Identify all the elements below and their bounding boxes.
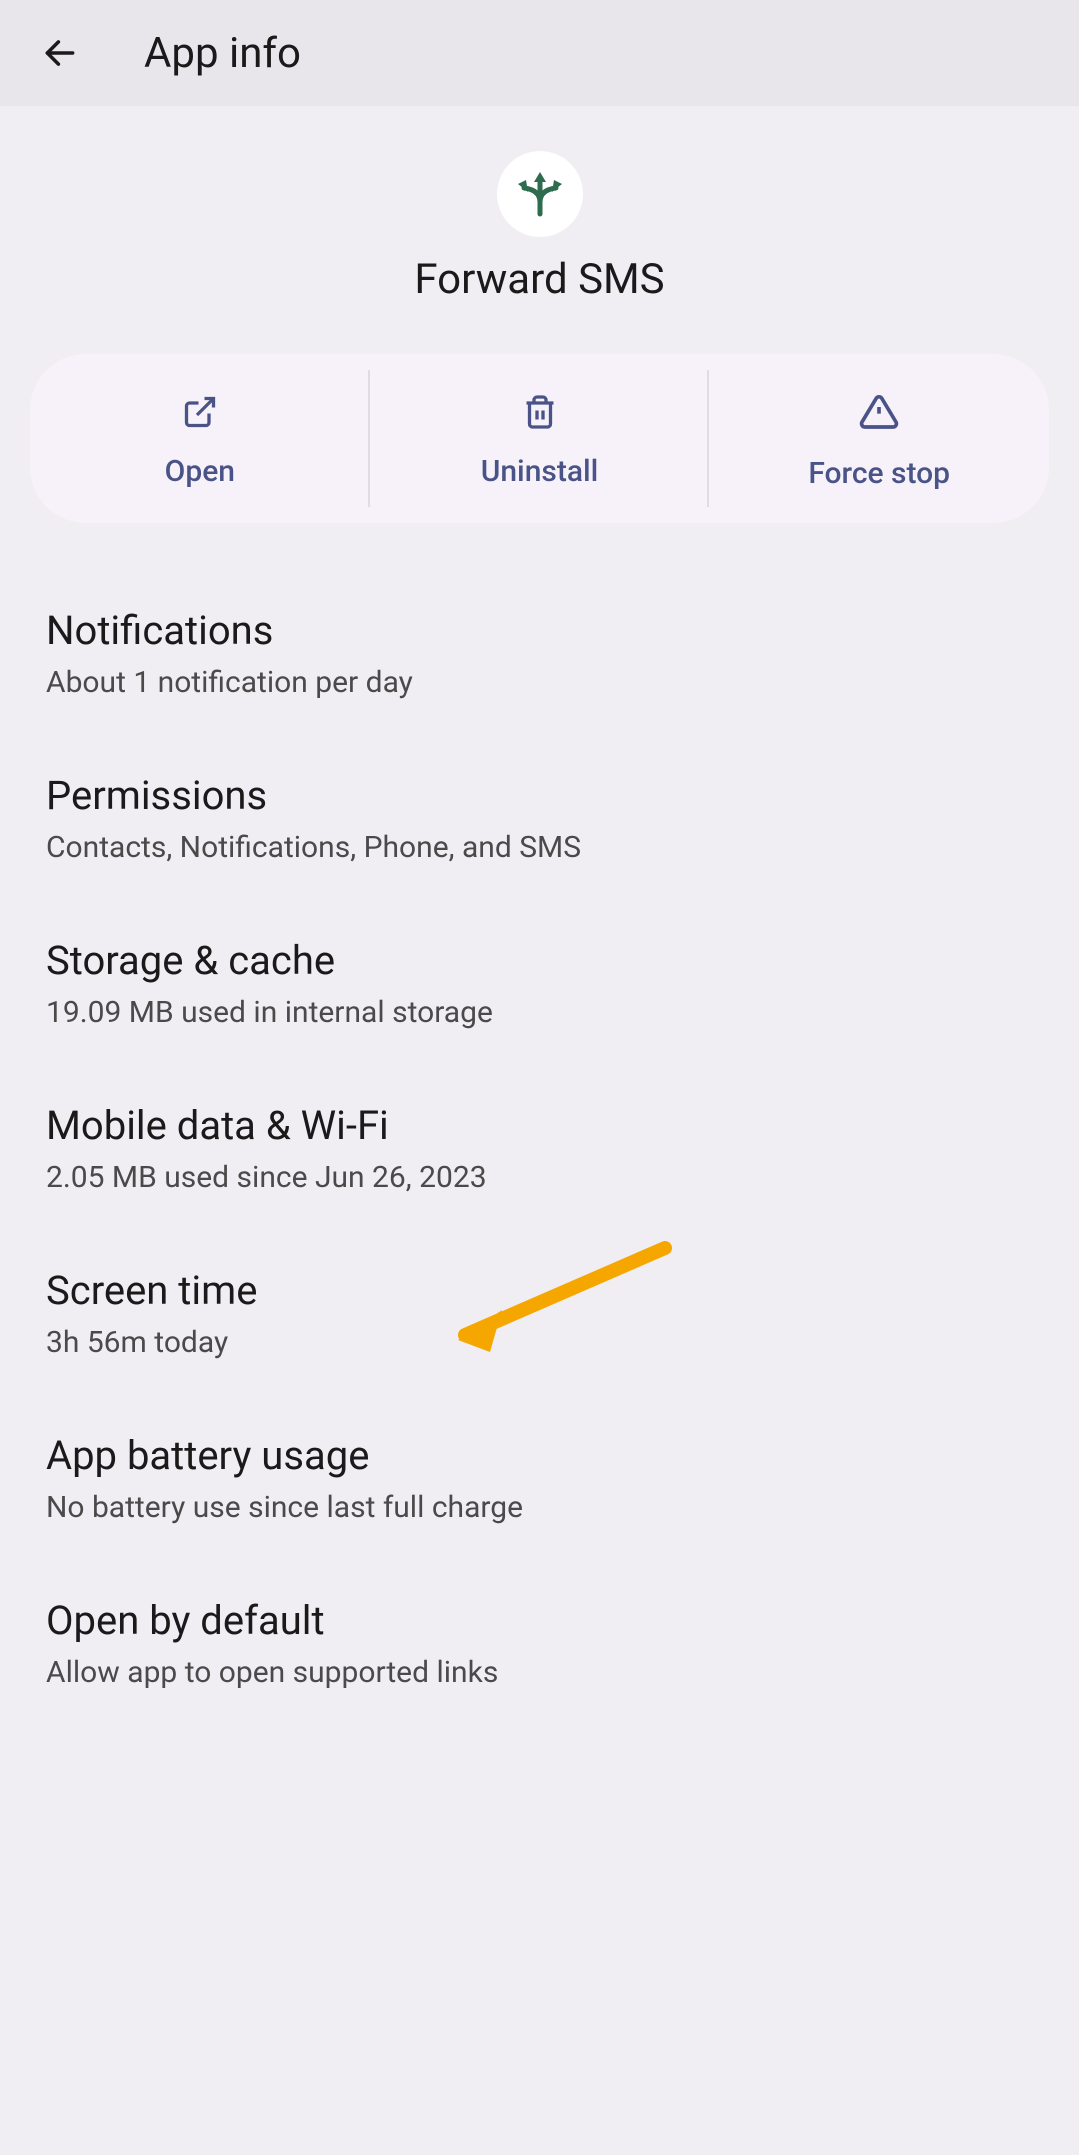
- setting-subtitle: 19.09 MB used in internal storage: [46, 992, 1033, 1034]
- setting-title: Screen time: [46, 1267, 1033, 1314]
- setting-subtitle: 2.05 MB used since Jun 26, 2023: [46, 1157, 1033, 1199]
- setting-title: App battery usage: [46, 1432, 1033, 1479]
- notifications-item[interactable]: Notifications About 1 notification per d…: [46, 573, 1033, 738]
- back-button[interactable]: [36, 29, 84, 77]
- trash-icon: [522, 394, 558, 434]
- app-header-section: Forward SMS: [0, 106, 1079, 354]
- setting-subtitle: No battery use since last full charge: [46, 1487, 1033, 1529]
- uninstall-label: Uninstall: [481, 454, 599, 489]
- page-title: App info: [144, 29, 301, 78]
- open-by-default-item[interactable]: Open by default Allow app to open suppor…: [46, 1563, 1033, 1728]
- setting-title: Storage & cache: [46, 937, 1033, 984]
- warning-icon: [859, 392, 899, 436]
- setting-subtitle: About 1 notification per day: [46, 662, 1033, 704]
- app-battery-usage-item[interactable]: App battery usage No battery use since l…: [46, 1398, 1033, 1563]
- mobile-data-wifi-item[interactable]: Mobile data & Wi-Fi 2.05 MB used since J…: [46, 1068, 1033, 1233]
- open-icon: [182, 394, 218, 434]
- app-name: Forward SMS: [414, 255, 664, 304]
- app-icon: [497, 151, 583, 237]
- open-label: Open: [165, 454, 235, 489]
- setting-title: Permissions: [46, 772, 1033, 819]
- force-stop-label: Force stop: [808, 456, 950, 491]
- setting-subtitle: Allow app to open supported links: [46, 1652, 1033, 1694]
- header: App info: [0, 0, 1079, 106]
- setting-title: Mobile data & Wi-Fi: [46, 1102, 1033, 1149]
- setting-title: Open by default: [46, 1597, 1033, 1644]
- permissions-item[interactable]: Permissions Contacts, Notifications, Pho…: [46, 738, 1033, 903]
- settings-list: Notifications About 1 notification per d…: [0, 523, 1079, 1728]
- open-button[interactable]: Open: [30, 354, 370, 523]
- force-stop-button[interactable]: Force stop: [709, 354, 1049, 523]
- forward-arrows-icon: [508, 162, 572, 226]
- setting-subtitle: Contacts, Notifications, Phone, and SMS: [46, 827, 1033, 869]
- setting-title: Notifications: [46, 607, 1033, 654]
- setting-subtitle: 3h 56m today: [46, 1322, 1033, 1364]
- uninstall-button[interactable]: Uninstall: [370, 354, 710, 523]
- screen-time-item[interactable]: Screen time 3h 56m today: [46, 1233, 1033, 1398]
- back-arrow-icon: [41, 34, 79, 72]
- action-buttons-row: Open Uninstall Force stop: [30, 354, 1049, 523]
- storage-cache-item[interactable]: Storage & cache 19.09 MB used in interna…: [46, 903, 1033, 1068]
